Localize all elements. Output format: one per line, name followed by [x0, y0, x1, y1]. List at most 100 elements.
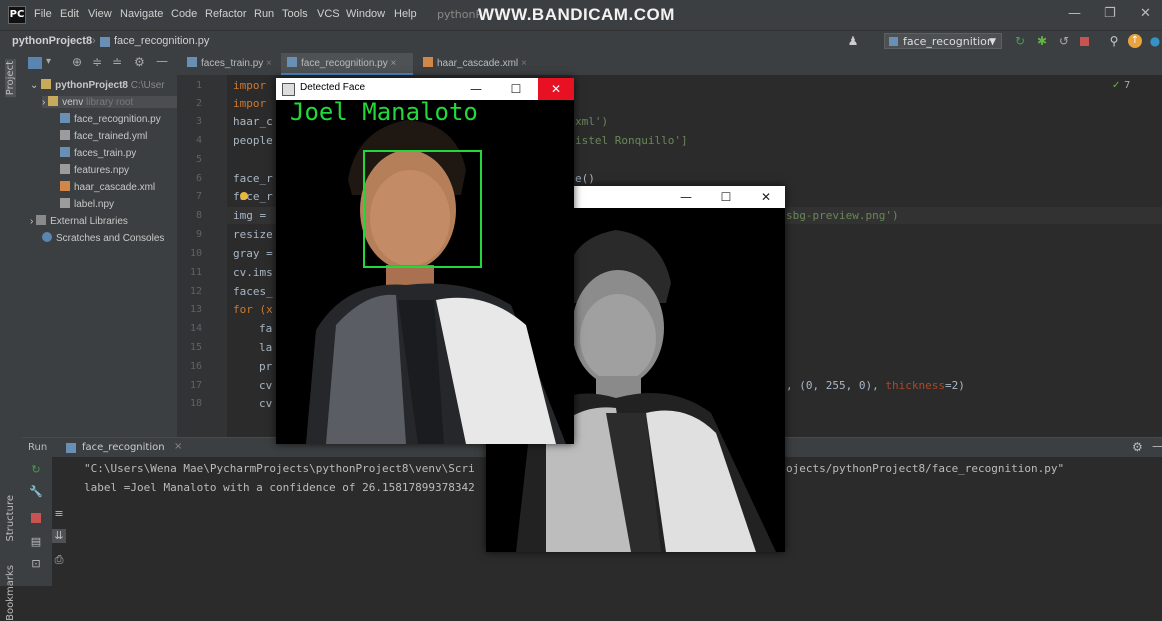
- tree-external-libraries[interactable]: › External Libraries: [30, 215, 128, 227]
- tree-scratches[interactable]: Scratches and Consoles: [42, 232, 164, 244]
- close-tab-icon[interactable]: ×: [174, 441, 182, 452]
- file-label: haar_cascade.xml: [74, 182, 156, 193]
- coverage-icon[interactable]: ↺: [1057, 34, 1071, 48]
- menu-help[interactable]: Help: [394, 8, 417, 20]
- tree-file[interactable]: haar_cascade.xml: [60, 181, 155, 193]
- tab-face-recognition[interactable]: face_recognition.py ×: [281, 53, 413, 75]
- python-file-icon: [187, 57, 197, 67]
- run-config-selector[interactable]: face_recognition ▼: [884, 33, 1002, 49]
- code-line-7: face_r: [233, 190, 273, 203]
- window-titlebar[interactable]: Detected Face — ☐ ✕: [276, 78, 574, 100]
- updates-icon[interactable]: ↑: [1128, 34, 1142, 48]
- rerun-icon[interactable]: ↻: [1013, 34, 1027, 48]
- minimize-icon[interactable]: —: [462, 78, 490, 100]
- project-tool-button[interactable]: Project: [5, 59, 16, 98]
- breadcrumb-project[interactable]: pythonProject8: [12, 35, 92, 47]
- lightbulb-icon[interactable]: [240, 192, 248, 200]
- left-tool-strip: Project Structure Bookmarks: [0, 53, 23, 621]
- code-args-end: =2): [944, 379, 965, 392]
- navigation-bar: pythonProject8 › face_recognition.py ♟ f…: [0, 30, 1162, 53]
- tab-faces-train[interactable]: faces_train.py ×: [181, 53, 281, 75]
- output-line-command-end: ojects/pythonProject8/face_recognition.p…: [786, 462, 1065, 475]
- file-label: features.npy: [74, 165, 130, 176]
- tab-haar-cascade[interactable]: haar_cascade.xml ×: [417, 53, 537, 75]
- code-line-15: la: [259, 341, 273, 354]
- hide-icon[interactable]: —: [1152, 439, 1162, 453]
- structure-tool-button[interactable]: Structure: [5, 495, 16, 542]
- menu-edit[interactable]: Edit: [60, 8, 79, 20]
- tree-file[interactable]: face_trained.yml: [60, 130, 147, 142]
- project-view-icon[interactable]: [28, 57, 42, 69]
- menu-navigate[interactable]: Navigate: [120, 8, 163, 20]
- python-file-icon: [100, 37, 110, 47]
- soft-wrap-icon[interactable]: ≡: [52, 507, 66, 521]
- inspection-check-icon[interactable]: ✓: [1112, 80, 1120, 91]
- menu-refactor[interactable]: Refactor: [205, 8, 247, 20]
- rerun-icon[interactable]: ↻: [29, 463, 43, 477]
- menu-window[interactable]: Window: [346, 8, 385, 20]
- chevron-down-icon[interactable]: ▾: [46, 56, 51, 67]
- tab-label: face_recognition.py: [301, 58, 388, 69]
- line-number: 2: [195, 98, 202, 109]
- code-line-18: cv: [259, 397, 273, 410]
- run-tab-label[interactable]: Run: [28, 442, 47, 453]
- gear-icon[interactable]: ⚙: [1132, 440, 1143, 454]
- minimize-icon[interactable]: —: [672, 186, 700, 208]
- line-number: 12: [189, 286, 202, 297]
- print-icon[interactable]: ⎙: [52, 553, 66, 567]
- run-config-tab[interactable]: face_recognition: [82, 442, 165, 453]
- menu-code[interactable]: Code: [171, 8, 197, 20]
- restore-icon[interactable]: ❐: [1104, 6, 1116, 21]
- menu-view[interactable]: View: [88, 8, 112, 20]
- layout-icon[interactable]: ▤: [29, 535, 43, 549]
- minimize-icon[interactable]: —: [1068, 6, 1081, 21]
- bookmarks-tool-button[interactable]: Bookmarks: [5, 565, 16, 621]
- stop-icon[interactable]: [1080, 37, 1089, 46]
- close-icon[interactable]: ✕: [1140, 6, 1151, 21]
- wrench-icon[interactable]: 🔧: [29, 485, 43, 499]
- debug-icon[interactable]: ✱: [1035, 34, 1049, 48]
- tree-file[interactable]: features.npy: [60, 164, 129, 176]
- menu-run[interactable]: Run: [254, 8, 274, 20]
- code-line-8: img =: [233, 209, 273, 222]
- code-line-10: gray =: [233, 247, 273, 260]
- python-file-icon: [60, 113, 70, 123]
- run-toolbar: ↻ 🔧 ▤ ⊡ ≡ ⇊ ⎙: [22, 457, 66, 586]
- line-number: 3: [195, 116, 202, 127]
- pin-icon[interactable]: ⊡: [29, 557, 43, 571]
- maximize-icon[interactable]: ☐: [502, 78, 530, 100]
- chevron-down-icon: ▼: [989, 37, 996, 47]
- collapse-all-icon[interactable]: ≐: [112, 55, 122, 69]
- code-fragment-3: xml'): [575, 115, 609, 128]
- line-number: 8: [195, 210, 202, 221]
- tree-venv[interactable]: › venv library root: [42, 96, 177, 108]
- scroll-end-icon[interactable]: ⇊: [52, 529, 66, 543]
- locate-icon[interactable]: ⊕: [72, 55, 82, 69]
- tree-root[interactable]: ⌄ pythonProject8 C:\User: [30, 79, 165, 91]
- line-number: 14: [189, 323, 202, 334]
- menu-tools[interactable]: Tools: [282, 8, 308, 20]
- breadcrumb-file[interactable]: face_recognition.py: [114, 35, 209, 47]
- close-icon[interactable]: ✕: [538, 78, 574, 100]
- hide-icon[interactable]: —: [156, 54, 168, 68]
- maximize-icon[interactable]: ☐: [712, 186, 740, 208]
- search-icon[interactable]: ⚲: [1107, 34, 1121, 48]
- tree-file[interactable]: faces_train.py: [60, 147, 136, 159]
- gear-icon[interactable]: ⚙: [134, 55, 145, 69]
- breadcrumb-separator: ›: [92, 35, 96, 47]
- tree-file[interactable]: label.npy: [60, 198, 114, 210]
- detected-face-window[interactable]: Detected Face — ☐ ✕ Joel Manaloto: [276, 78, 574, 444]
- stop-icon[interactable]: [31, 513, 41, 523]
- jetbrains-logo-icon[interactable]: ●: [1148, 34, 1162, 48]
- code-fragment-4: istel Ronquillo']: [575, 134, 688, 147]
- user-icon[interactable]: ♟: [846, 34, 860, 48]
- inspection-count[interactable]: 7: [1124, 80, 1130, 91]
- code-line-1: impor: [233, 79, 267, 92]
- line-number: 5: [195, 154, 202, 165]
- library-icon: [36, 215, 47, 225]
- close-icon[interactable]: ✕: [752, 186, 780, 208]
- expand-all-icon[interactable]: ≑: [92, 55, 102, 69]
- tree-file[interactable]: face_recognition.py: [60, 113, 161, 125]
- menu-file[interactable]: File: [34, 8, 52, 20]
- menu-vcs[interactable]: VCS: [317, 8, 340, 20]
